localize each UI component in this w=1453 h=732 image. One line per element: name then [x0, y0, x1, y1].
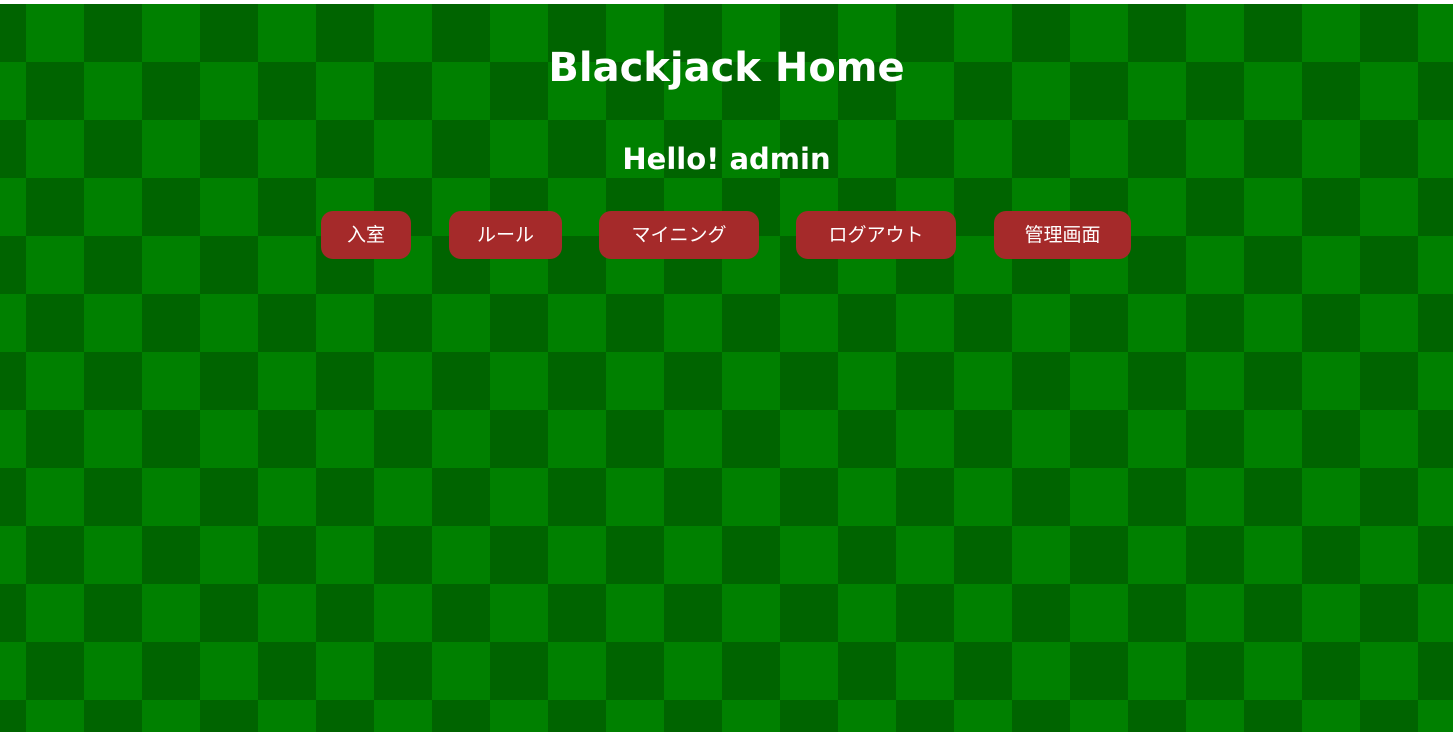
page-title: Blackjack Home: [548, 45, 905, 91]
main-navigation: 入室 ルール マイニング ログアウト 管理画面: [0, 211, 1453, 259]
enter-room-button[interactable]: 入室: [321, 211, 411, 259]
logout-button[interactable]: ログアウト: [796, 211, 956, 259]
home-page: Blackjack Home Hello! admin 入室 ルール マイニング…: [0, 4, 1453, 732]
admin-panel-button[interactable]: 管理画面: [994, 211, 1131, 259]
rules-button[interactable]: ルール: [449, 211, 562, 259]
user-greeting: Hello! admin: [622, 142, 831, 176]
mining-button[interactable]: マイニング: [599, 211, 759, 259]
